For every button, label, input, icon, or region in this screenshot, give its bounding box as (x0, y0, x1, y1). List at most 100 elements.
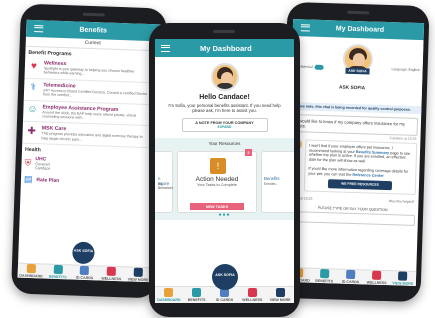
nav-view-more[interactable]: VIEW MORE (266, 287, 294, 303)
nav-label: ID CARDS (75, 275, 94, 281)
greeting: Hello Candace! (199, 94, 250, 101)
nav-label: VIEW MORE (392, 281, 414, 286)
nav-wellness[interactable]: WELLNESS (363, 270, 390, 285)
benefits-icon (319, 268, 330, 279)
phone-speaker (213, 30, 235, 33)
benefits-screen: Benefits Current Benefit Programs ♥ Well… (17, 19, 161, 283)
nav-view-more[interactable]: VIEW MORE (125, 267, 152, 282)
card-sub: ing Behaviors (158, 182, 174, 191)
benefits-icon (53, 264, 63, 275)
id-card-icon (346, 269, 356, 280)
helpful-prompt[interactable]: Was this helpful? (389, 199, 415, 204)
page-title: Benefits (79, 26, 108, 35)
nav-wellness[interactable]: WELLNESS (238, 287, 266, 303)
page-title: My Dashboard (335, 25, 385, 34)
assistant-message: I won't find if your employer offers pet… (291, 139, 418, 195)
nav-label: VIEW MORE (127, 277, 149, 283)
assistant-profile: ASK SOFIA ASK SOFIA Confidential Languag… (290, 42, 424, 107)
nav-id-cards[interactable]: ID CARDS (337, 269, 364, 285)
ask-sofia-button[interactable]: ASK SOFIA (72, 241, 95, 265)
resource-card-action-needed[interactable]: 2 ! Action Needed Your Tasks to Complete… (177, 149, 257, 214)
card-title: Action Needed (195, 176, 239, 184)
nav-id-cards[interactable]: ID CARDS (71, 265, 98, 280)
chat-header: My Dashboard (292, 19, 425, 41)
dashboard-screen: My Dashboard Hello Candace! I'm Sofia, y… (155, 39, 294, 303)
more-icon (133, 267, 144, 277)
ask-sofia-label: ASK SOFIA (73, 248, 94, 254)
dashboard-icon (164, 288, 174, 297)
bottom-nav: DASHBOARD BENEFITS ID CARDS WELLNESS VIE… (17, 262, 152, 283)
nav-label: BENEFITS (315, 278, 334, 284)
people-icon: ☺ (27, 103, 38, 116)
menu-icon[interactable] (161, 44, 170, 52)
nav-label: VIEW MORE (269, 298, 291, 302)
sofia-badge: ASK SOFIA (345, 67, 370, 75)
language-selector[interactable]: Language: English (391, 67, 419, 72)
nav-label: ID CARDS (341, 279, 360, 285)
nav-view-more[interactable]: VIEW MORE (390, 271, 417, 286)
app-showcase: Benefits Current Benefit Programs ♥ Well… (0, 0, 435, 318)
assistant-name: ASK SOFIA (338, 85, 366, 92)
page-title: My Dashboard (200, 43, 252, 53)
card-sub: Enrollm... (264, 182, 279, 187)
resources-title: Your Resources (208, 141, 241, 147)
nav-benefits[interactable]: BENEFITS (183, 287, 211, 303)
chat-screen: My Dashboard ASK SOFIA ASK SOFIA Confide… (284, 19, 425, 287)
phone-chat: My Dashboard ASK SOFIA ASK SOFIA Confide… (278, 1, 430, 303)
carousel-dots[interactable]: ●●● (155, 212, 294, 218)
nav-label: ID CARDS (215, 298, 234, 302)
expand-link[interactable]: EXPAND (185, 125, 265, 129)
document-icon: ▤ (23, 174, 33, 185)
card-title: Benefits (264, 176, 280, 182)
bone-icon: ✚ (27, 125, 37, 138)
reference-center-link[interactable]: Reference Center (352, 173, 384, 178)
nav-label: WELLNESS (101, 276, 122, 282)
wellness-icon (247, 288, 257, 297)
nav-benefits[interactable]: BENEFITS (311, 268, 338, 284)
nav-label: WELLNESS (242, 298, 263, 302)
nav-label: DASHBOARD (157, 298, 181, 302)
benefits-icon (192, 288, 202, 297)
help-resources-button[interactable]: WE FREE RESOURCES (327, 179, 393, 190)
dashboard-header: My Dashboard (155, 39, 294, 57)
resource-card-wellness-score[interactable]: n Score ing Behaviors (155, 151, 174, 214)
nav-wellness[interactable]: WELLNESS (98, 266, 125, 281)
plan-member: Candace (35, 166, 51, 171)
sofia-avatar (210, 63, 239, 91)
resource-card-benefits-enrollment[interactable]: Benefits Enrollm... (261, 151, 294, 214)
phone-speaker (347, 10, 370, 15)
plan-name: Rate Plan (36, 176, 60, 184)
phone-dashboard: My Dashboard Hello Candace! I'm Sofia, y… (149, 23, 300, 317)
menu-icon[interactable] (300, 24, 310, 32)
nav-dashboard[interactable]: DASHBOARD (18, 263, 45, 279)
phone-speaker (82, 12, 105, 17)
assistant-message-body: I won't find if your employer offers pet… (303, 139, 418, 195)
nav-benefits[interactable]: BENEFITS (44, 264, 71, 280)
shield-icon: ⛨ (24, 157, 32, 168)
nav-label: WELLNESS (366, 280, 387, 286)
new-tasks-button[interactable]: NEW TASKS (190, 203, 244, 211)
menu-icon[interactable] (34, 25, 44, 33)
company-note-button[interactable]: A NOTE FROM YOUR COMPANY EXPAND (181, 118, 268, 133)
nav-label: BENEFITS (187, 298, 206, 302)
assistant-intro: I'm Sofia, your personal benefits assist… (168, 103, 281, 114)
heart-icon: ♥ (30, 60, 38, 72)
resources-carousel[interactable]: Your Resources n Score ing Behaviors 2 !… (155, 138, 294, 221)
bottom-nav: DASHBOARD BENEFITS ID CARDS WELLNESS VIE… (284, 266, 417, 287)
nav-dashboard[interactable]: DASHBOARD (155, 287, 183, 303)
dashboard-icon (26, 263, 36, 274)
ask-sofia-button[interactable]: ASK SOFIA (212, 264, 238, 290)
calendar-icon: ! (210, 158, 226, 175)
wellness-icon (372, 270, 382, 280)
nav-label: BENEFITS (48, 274, 67, 280)
more-icon (275, 288, 285, 297)
more-icon (398, 271, 408, 281)
card-sub: Your Tasks to Complete (197, 183, 237, 188)
phone-benefits: Benefits Current Benefit Programs ♥ Well… (10, 3, 168, 299)
toggle-switch[interactable] (314, 64, 324, 71)
chat-input[interactable] (289, 210, 416, 226)
wellness-icon (106, 266, 117, 277)
stethoscope-icon: ⚕ (30, 82, 37, 94)
ask-sofia-label: ASK SOFIA (215, 273, 235, 277)
id-card-icon (80, 265, 90, 276)
